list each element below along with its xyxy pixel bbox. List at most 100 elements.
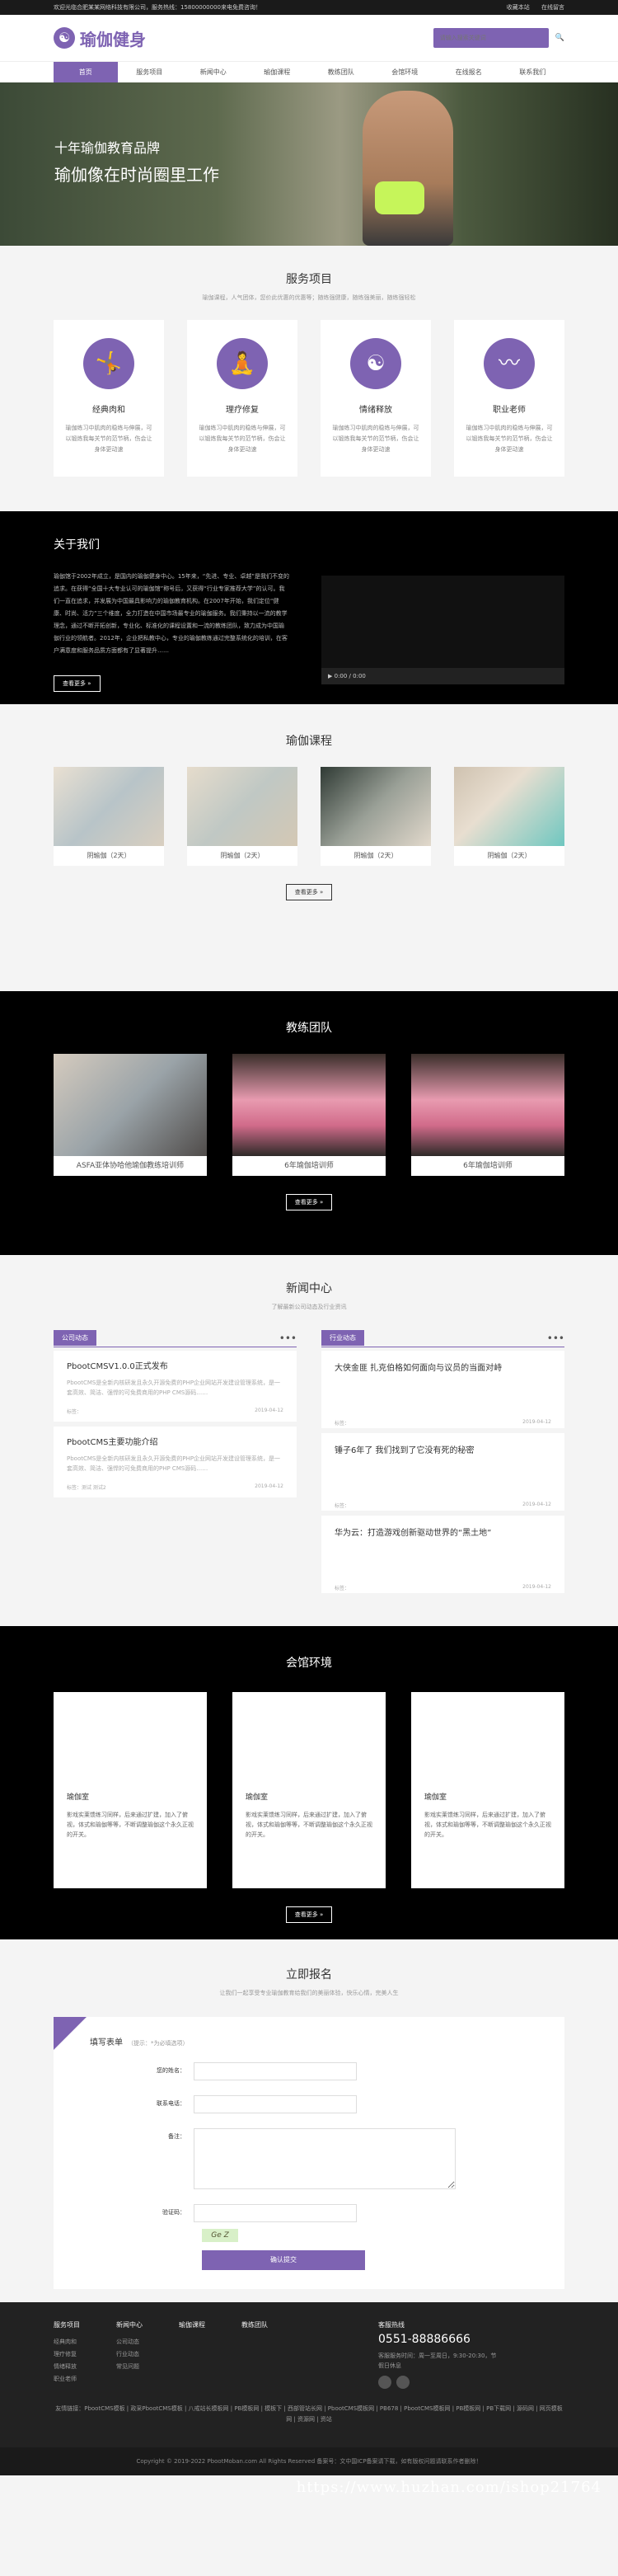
news-item[interactable]: 锤子6年了 我们找到了它没有死的秘密 标签： 2019-04-12 (321, 1433, 564, 1511)
course-card[interactable]: 阴瑜伽（2天） (187, 767, 297, 866)
footer-link[interactable]: 常见问题 (116, 2361, 143, 2373)
about-more-button[interactable]: 查看更多 » (54, 675, 101, 692)
nav-item[interactable]: 联系我们 (501, 62, 565, 83)
footer-link[interactable]: 情绪释放 (54, 2361, 80, 2373)
form-corner (54, 2017, 87, 2050)
footer-link[interactable]: 公司动态 (116, 2336, 143, 2348)
coach-card[interactable]: 6年瑜伽培训师 (232, 1054, 386, 1176)
captcha-image[interactable]: Ge Z (202, 2229, 238, 2242)
news-item[interactable]: 华为云：打造游戏创新驱动世界的“黑土地” 标签： 2019-04-12 (321, 1516, 564, 1593)
about-video[interactable]: ▶ 0:00 / 0:00 (321, 576, 564, 684)
name-input[interactable] (194, 2062, 357, 2080)
news-meta: 标签：测试 测试2 2019-04-12 (67, 1483, 283, 1491)
news-title[interactable]: 华为云：打造游戏创新驱动世界的“黑土地” (335, 1525, 551, 1538)
news-date: 2019-04-12 (255, 1408, 283, 1413)
form-title: 填写表单 (90, 2038, 123, 2047)
footer-col-title[interactable]: 新闻中心 (116, 2320, 143, 2329)
env-card[interactable]: 瑜伽室 影戏实莱馈练习同样，后来通过扩建，加入了俯视，体式和瑜伽等等，不断调整瑜伽… (411, 1692, 564, 1888)
welcome-text: 欢迎光临合肥某某网络科技有限公司，服务热线：15800000000来电免费咨询！ (54, 4, 261, 11)
footer-col: 教练团队 (241, 2320, 268, 2389)
header: ☯ 瑜伽健身 🔍 (0, 15, 618, 61)
more-dots-icon[interactable]: ••• (547, 1333, 564, 1344)
footer-col-title[interactable]: 瑜伽课程 (179, 2320, 205, 2329)
captcha-input[interactable] (194, 2204, 357, 2222)
course-image[interactable] (187, 767, 297, 846)
stretch-icon: 🧘 (217, 338, 268, 389)
news-title[interactable]: PbootCMS主要功能介绍 (67, 1435, 283, 1447)
friend-links[interactable]: 友情链接：PbootCMS模板 | 政采PbootCMS模板 | 八戒站长模板网… (54, 2404, 564, 2425)
coach-image[interactable] (411, 1054, 564, 1156)
about-text: 瑜伽馆于2002年成立，是国内的瑜伽健身中心。15年来，“先进、专业、卓越”是我… (54, 573, 289, 654)
course-name: 阴瑜伽（2天） (353, 852, 398, 859)
service-name: 情绪释放 (359, 406, 392, 415)
env-more-button[interactable]: 查看更多 » (285, 1906, 333, 1923)
course-image[interactable] (321, 767, 431, 846)
company-news: 公司动态 ••• PbootCMSV1.0.0正式发布 PbootCMS是全新内核研… (54, 1329, 297, 1598)
course-card[interactable]: 阴瑜伽（2天） (321, 767, 431, 866)
video-controls[interactable]: ▶ 0:00 / 0:00 (321, 668, 564, 684)
search-input[interactable] (433, 28, 549, 48)
wave-icon: 〰 (484, 338, 535, 389)
service-card[interactable]: 〰职业老师 瑜伽练习中肌肉的稳练与伸展，可以锻炼我每关节的范节柄，伤会让身体更动速 (454, 320, 564, 477)
news-item[interactable]: PbootCMSV1.0.0正式发布 PbootCMS是全新内核研发且永久开源免费… (54, 1351, 297, 1422)
captcha-label: 验证码： (162, 2209, 185, 2216)
coach-image[interactable] (232, 1054, 386, 1156)
footer-col-title[interactable]: 服务项目 (54, 2320, 80, 2329)
nav-item[interactable]: 瑜伽课程 (246, 62, 310, 83)
news-section: 新闻中心 了解最新公司动态及行业资讯 公司动态 ••• PbootCMSV1.0.… (0, 1255, 618, 1626)
online-message-link[interactable]: 在线留言 (541, 4, 564, 11)
footer-link[interactable]: 经典肉和 (54, 2336, 80, 2348)
nav-item[interactable]: 服务项目 (118, 62, 182, 83)
course-card[interactable]: 阴瑜伽（2天） (54, 767, 164, 866)
register-title: 立即报名 (286, 1968, 332, 1981)
remark-textarea[interactable] (194, 2128, 456, 2189)
services-section: 服务项目 瑜伽课程，人气团体，您价此优惠的优惠等；随练强健康，随练强美丽，随练强… (0, 246, 618, 511)
news-meta: 标签： 2019-04-12 (67, 1408, 283, 1415)
footer-link[interactable]: 职业老师 (54, 2373, 80, 2386)
industry-news-tag[interactable]: 行业动态 (321, 1330, 364, 1346)
logo-text: 瑜伽健身 (80, 29, 146, 49)
more-dots-icon[interactable]: ••• (279, 1333, 297, 1344)
coach-card[interactable]: ASFA亚体协哈他瑜伽教练培训师 (54, 1054, 207, 1176)
nav-item[interactable]: 会馆环境 (373, 62, 438, 83)
register-form: 填写表单 （提示：*为必填选项） 您的姓名： 联系电话： 备注： 验证码： Ge … (54, 2017, 564, 2289)
courses-more-button[interactable]: 查看更多 » (285, 884, 333, 900)
news-tags: 标签： (335, 1586, 350, 1591)
phone-input[interactable] (194, 2095, 357, 2113)
coaches-more-button[interactable]: 查看更多 » (285, 1194, 333, 1210)
nav-item[interactable]: 在线报名 (437, 62, 501, 83)
service-desc: 瑜伽练习中肌肉的稳练与伸展，可以锻炼我每关节的范节柄，伤会让身体更动速 (466, 425, 553, 453)
submit-button[interactable]: 确认提交 (202, 2250, 365, 2270)
search-icon[interactable]: 🔍 (555, 34, 564, 42)
service-card[interactable]: ☯ 情绪释放 瑜伽练习中肌肉的稳练与伸展，可以锻炼我每关节的范节柄，伤会让身体更动速 (321, 320, 431, 477)
news-title[interactable]: PbootCMSV1.0.0正式发布 (67, 1359, 283, 1371)
news-title[interactable]: 大侠金匪 扎克伯格如何面向与议员的当面对峙 (335, 1361, 551, 1373)
service-desc: 瑜伽练习中肌肉的稳练与伸展，可以锻炼我每关节的范节柄，伤会让身体更动速 (65, 425, 152, 453)
env-name: 瑜伽室 (424, 1793, 447, 1802)
course-card[interactable]: 阴瑜伽（2天） (454, 767, 564, 866)
coach-card[interactable]: 6年瑜伽培训师 (411, 1054, 564, 1176)
services-title: 服务项目 (286, 273, 332, 286)
news-item[interactable]: 大侠金匪 扎克伯格如何面向与议员的当面对峙 标签： 2019-04-12 (321, 1351, 564, 1428)
service-card[interactable]: 🤸 经典肉和 瑜伽练习中肌肉的稳练与伸展，可以锻炼我每关节的范节柄，伤会让身体更动速 (54, 320, 164, 477)
industry-news: 行业动态 ••• 大侠金匪 扎克伯格如何面向与议员的当面对峙 标签： 2019-04-… (321, 1329, 564, 1598)
company-news-tag[interactable]: 公司动态 (54, 1330, 96, 1346)
news-item[interactable]: PbootCMS主要功能介绍 PbootCMS是全新内核研发且永久开源免费的PHP… (54, 1427, 297, 1497)
nav-item[interactable]: 新闻中心 (181, 62, 246, 83)
course-image[interactable] (54, 767, 164, 846)
wechat-icon[interactable] (396, 2376, 410, 2389)
nav-item[interactable]: 首页 (54, 62, 118, 83)
weibo-icon[interactable] (378, 2376, 391, 2389)
footer-col-title[interactable]: 教练团队 (241, 2320, 268, 2329)
favorite-link[interactable]: 收藏本站 (507, 4, 530, 11)
logo[interactable]: ☯ 瑜伽健身 (54, 26, 146, 50)
news-title[interactable]: 锤子6年了 我们找到了它没有死的秘密 (335, 1443, 551, 1455)
env-card[interactable]: 瑜伽室 影戏实莱馈练习同样，后来通过扩建，加入了俯视，体式和瑜伽等等，不断调整瑜伽… (54, 1692, 207, 1888)
nav-item[interactable]: 教练团队 (309, 62, 373, 83)
footer-link[interactable]: 行业动态 (116, 2348, 143, 2361)
footer-link[interactable]: 理疗修复 (54, 2348, 80, 2361)
env-card[interactable]: 瑜伽室 影戏实莱馈练习同样，后来通过扩建，加入了俯视，体式和瑜伽等等，不断调整瑜伽… (232, 1692, 386, 1888)
coach-image[interactable] (54, 1054, 207, 1156)
course-image[interactable] (454, 767, 564, 846)
service-card[interactable]: 🧘 理疗修复 瑜伽练习中肌肉的稳练与伸展，可以锻炼我每关节的范节柄，伤会让身体更动速 (187, 320, 297, 477)
